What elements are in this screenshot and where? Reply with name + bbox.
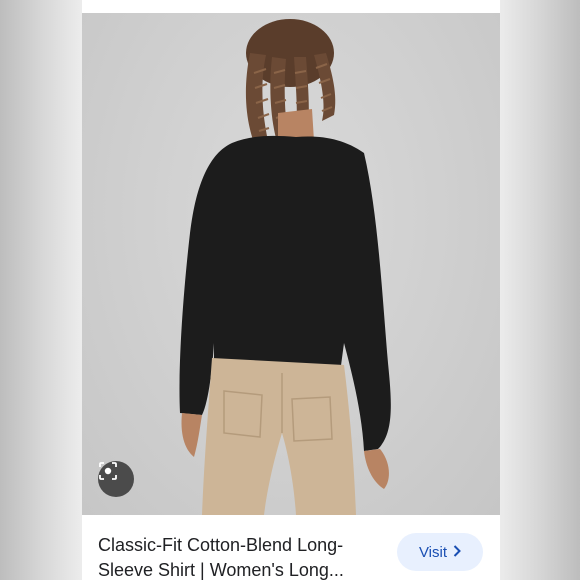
image-result-card[interactable]: Classic-Fit Cotton-Blend Long-Sleeve Shi… — [82, 13, 500, 580]
khaki-pants — [202, 358, 356, 515]
model-illustration — [179, 19, 391, 515]
top-strip — [82, 0, 500, 13]
image-search-icon[interactable] — [98, 461, 134, 497]
result-caption: Classic-Fit Cotton-Blend Long-Sleeve Shi… — [82, 515, 500, 580]
product-photo[interactable] — [82, 13, 500, 515]
left-hand — [181, 413, 202, 457]
visit-button[interactable]: Visit — [397, 533, 483, 571]
product-title[interactable]: Classic-Fit Cotton-Blend Long-Sleeve Shi… — [98, 533, 388, 580]
chevron-right-icon — [453, 544, 461, 561]
visit-label: Visit — [418, 543, 448, 561]
right-hand — [364, 449, 389, 489]
